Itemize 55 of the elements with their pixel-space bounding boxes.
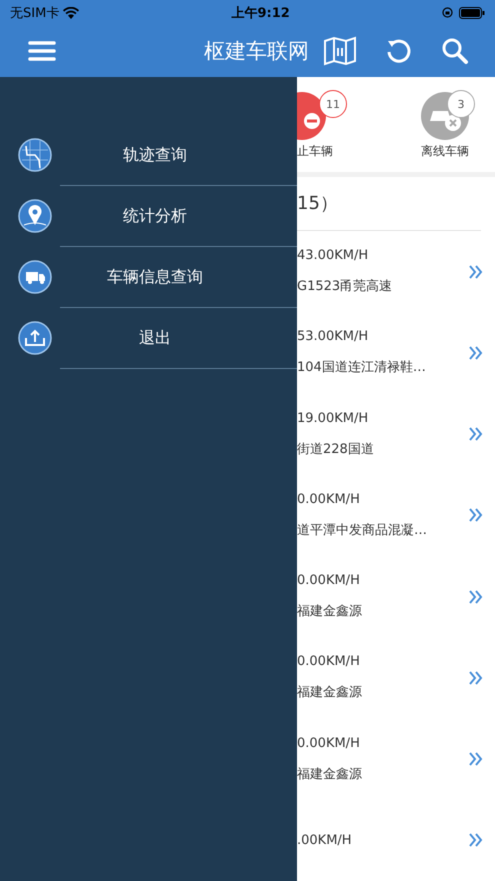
vehicle-row[interactable]: 19.00KM/H 街道228国道 [297,394,495,475]
double-chevron-icon [467,344,483,361]
speed-text: 0.00KM/H [297,573,361,588]
drawer-menu-item[interactable]: 轨迹查询 [60,125,297,186]
carrier-text: 无SIM卡 [10,4,60,22]
double-chevron-icon [467,670,483,686]
address-text: 道平潭中发商品混凝… [297,522,428,539]
search-button[interactable] [441,37,469,65]
speed-text: 19.00KM/H [297,410,370,426]
track-icon [18,138,52,172]
address-text: G1523甬莞高速 [297,278,394,296]
stat-label: 离线车辆 [421,142,469,160]
drawer-menu-item[interactable]: 退出 [60,308,297,369]
speed-text: 0.00KM/H [297,654,361,670]
address-text: 街道228国道 [297,440,375,458]
vehicle-row[interactable]: 0.00KM/H 福建金鑫源 [297,637,495,718]
count-badge: 11 [319,90,347,118]
vehicle-row[interactable]: 53.00KM/H 104国道连江清禄鞋… [297,312,495,394]
drawer-menu-item[interactable]: 统计分析 [60,186,297,247]
speed-text: 0.00KM/H [297,736,361,751]
battery-icon [459,6,485,18]
count-badge: 3 [447,90,475,118]
double-chevron-icon [467,832,483,848]
truck-icon [18,260,52,294]
refresh-button[interactable] [385,37,413,65]
stopped-car-icon [297,90,327,141]
speed-text: .00KM/H [297,832,353,848]
vehicle-row[interactable]: 43.00KM/H G1523甬莞高速 [297,231,495,312]
double-chevron-icon [467,507,483,524]
vehicle-row[interactable]: 0.00KM/H 福建金鑫源 [297,556,495,638]
double-chevron-icon [467,426,483,442]
wifi-icon [63,6,80,18]
stat-label: 止车辆 [297,142,333,160]
app-title: 枢建车联网 [204,38,309,65]
list-count: 15） [297,192,338,216]
vehicle-row[interactable]: .00KM/H [297,800,495,881]
map-button[interactable] [323,36,357,66]
double-chevron-icon [467,264,483,280]
address-text: 福建金鑫源 [297,603,363,620]
drawer-menu-item[interactable]: 车辆信息查询 [60,247,297,308]
status-time: 上午9:12 [231,4,290,22]
address-text: 福建金鑫源 [297,684,363,702]
double-chevron-icon [467,751,483,768]
menu-button[interactable] [28,39,56,63]
speed-text: 0.00KM/H [297,492,361,507]
speed-text: 43.00KM/H [297,248,370,264]
vehicle-row[interactable]: 0.00KM/H 福建金鑫源 [297,718,495,800]
pin-icon [18,199,52,233]
exit-icon [18,321,52,355]
speed-text: 53.00KM/H [297,329,370,344]
address-text: 福建金鑫源 [297,766,363,783]
double-chevron-icon [467,588,483,605]
vehicle-row[interactable]: 0.00KM/H 道平潭中发商品混凝… [297,474,495,556]
address-text: 104国道连江清禄鞋… [297,359,427,376]
rotation-lock-icon [442,7,453,18]
